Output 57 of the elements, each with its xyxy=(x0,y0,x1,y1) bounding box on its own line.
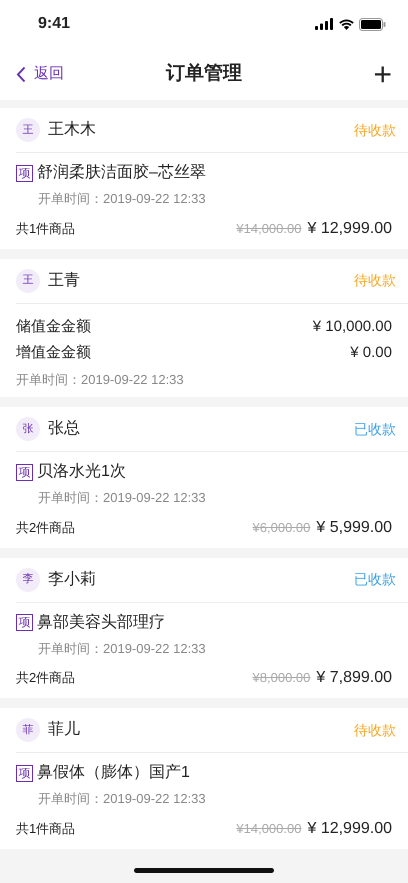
item-count: 共2件商品 xyxy=(16,518,76,537)
original-price: ¥14,000.00 xyxy=(236,220,302,238)
item-count: 共1件商品 xyxy=(16,820,76,838)
original-price: ¥14,000.00 xyxy=(236,820,302,838)
status-label: 待收款 xyxy=(354,720,396,740)
signal-icon xyxy=(315,18,334,30)
item-count: 共1件商品 xyxy=(16,220,76,238)
item-name: 舒润柔肤洁面胶–芯丝翠 xyxy=(37,162,206,183)
customer-name: 王木木 xyxy=(48,120,96,140)
avatar: 王 xyxy=(16,268,40,292)
order-time: 开单时间：2019-09-22 12:33 xyxy=(37,640,207,658)
status-label: 待收款 xyxy=(354,271,396,290)
order-card[interactable]: 王 王青 待收款 储值金金额 ¥ 10,000.00 增值金金额 ¥ 0.00 开单时间：2019-09-22 12:33 xyxy=(0,258,408,397)
order-price: ¥ 7,899.00 xyxy=(316,668,392,688)
order-card[interactable]: 王 王木木 待收款 项 舒润柔肤洁面胶–芯丝翠 开单时间：2019-09-22 12:33 共1件商品 ¥14,000.00 ¥ 12,999.00 xyxy=(0,108,408,248)
battery-icon xyxy=(359,18,386,30)
item-tag: 项 xyxy=(16,164,33,182)
item-name: 鼻假体（膨体）国产1 xyxy=(37,762,190,783)
amount-value: ¥ 0.00 xyxy=(350,342,392,362)
avatar: 菲 xyxy=(16,718,40,742)
order-price: ¥ 12,999.00 xyxy=(307,818,392,838)
amount-label: 增值金金额 xyxy=(16,342,91,362)
original-price: ¥6,000.00 xyxy=(252,518,310,537)
order-card[interactable]: 菲 菲儿 待收款 项 鼻假体（膨体）国产1 开单时间：2019-09-22 12:33 共1件商品 ¥14,000.00 ¥ 12,999.00 xyxy=(0,708,408,848)
status-label: 待收款 xyxy=(354,120,396,140)
order-time: 开单时间：2019-09-22 12:33 xyxy=(37,190,207,208)
customer-name: 张总 xyxy=(48,418,80,439)
order-time: 开单时间：2019-09-22 12:33 xyxy=(37,489,207,507)
amount-value: ¥ 10,000.00 xyxy=(312,316,392,336)
chevron-left-icon xyxy=(16,66,26,82)
item-name: 贝洛水光1次 xyxy=(37,462,126,482)
add-button[interactable]: + xyxy=(373,58,392,90)
order-time: 开单时间：2019-09-22 12:33 xyxy=(37,790,207,808)
order-card[interactable]: 张 张总 已收款 项 贝洛水光1次 开单时间：2019-09-22 12:33 共2件商品 ¥6,000.00 ¥ 5,999.00 xyxy=(0,407,408,548)
order-card[interactable]: 李 李小莉 已收款 项 鼻部美容头部理疗 开单时间：2019-09-22 12:33 共2件商品 ¥8,000.00 ¥ 7,899.00 xyxy=(0,558,408,698)
status-label: 已收款 xyxy=(354,570,396,589)
amount-label: 储值金金额 xyxy=(16,316,91,336)
original-price: ¥8,000.00 xyxy=(252,669,310,688)
item-tag: 项 xyxy=(16,464,33,480)
customer-name: 王青 xyxy=(48,270,80,290)
order-price: ¥ 12,999.00 xyxy=(307,218,392,238)
page-title: 订单管理 xyxy=(166,62,242,86)
item-tag: 项 xyxy=(16,614,33,631)
status-time: 9:41 xyxy=(38,14,70,34)
avatar: 张 xyxy=(16,417,40,441)
wifi-icon xyxy=(338,18,355,30)
item-name: 鼻部美容头部理疗 xyxy=(37,612,165,632)
back-button[interactable]: 返回 xyxy=(16,62,64,86)
avatar: 王 xyxy=(16,118,40,142)
customer-name: 菲儿 xyxy=(48,720,80,740)
order-price: ¥ 5,999.00 xyxy=(316,518,392,538)
order-time: 开单时间：2019-09-22 12:33 xyxy=(16,370,185,388)
item-tag: 项 xyxy=(16,764,33,782)
avatar: 李 xyxy=(16,568,40,592)
item-count: 共2件商品 xyxy=(16,669,76,688)
status-label: 已收款 xyxy=(354,420,396,438)
customer-name: 李小莉 xyxy=(48,570,96,590)
